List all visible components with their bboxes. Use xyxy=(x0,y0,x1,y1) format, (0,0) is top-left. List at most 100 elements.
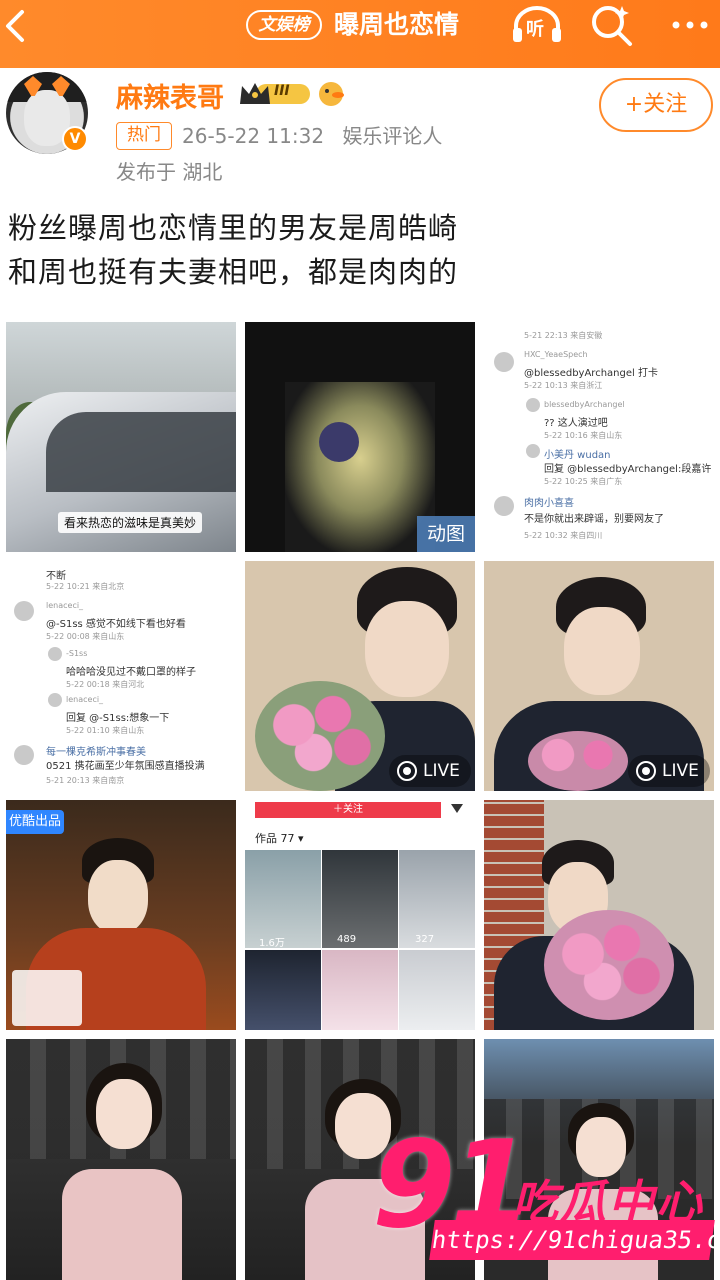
comment-user: 每一棵克希斯冲事春美 xyxy=(46,747,146,758)
listen-button[interactable]: 听 xyxy=(510,4,564,46)
comment-text: ?? 这人演过吧 xyxy=(544,418,608,429)
live-label: LIVE xyxy=(662,761,699,781)
car-window xyxy=(46,412,236,492)
comment-time: 5-22 00:18 来自河北 xyxy=(66,680,145,689)
comment-avatar xyxy=(48,647,62,661)
youku-tag: 优酷出品 xyxy=(6,810,64,834)
follow-button[interactable]: +关注 xyxy=(599,78,713,132)
comment-user: 小美丹 wudan xyxy=(544,450,611,461)
level-text: III xyxy=(274,83,290,99)
comment-text: 回复 @-S1ss:想象一下 xyxy=(66,713,170,724)
post-body: 粉丝曝周也恋情里的男友是周皓崎 和周也挺有夫妻相吧，都是肉肉的 xyxy=(8,206,708,294)
grid-image-8[interactable]: ＋关注 作品 77 ▾ 1.6万 489 327 xyxy=(245,800,475,1030)
profile-follow-bar: ＋关注 xyxy=(255,802,441,818)
search-button[interactable] xyxy=(588,2,638,48)
comment-user: blessedbyArchangel xyxy=(544,400,625,409)
page-title: 曝周也恋情 xyxy=(334,10,460,39)
post-line-1: 粉丝曝周也恋情里的男友是周皓崎 xyxy=(8,211,459,245)
grid-image-5[interactable]: LIVE xyxy=(245,561,475,791)
duck-icon xyxy=(319,82,344,106)
comment-text: 回复 @blessedbyArchangel:段嘉许 xyxy=(544,464,712,475)
blurred-figure xyxy=(285,382,435,552)
comment-avatar xyxy=(48,693,62,707)
person-face xyxy=(96,1079,152,1149)
thumb-4 xyxy=(245,950,321,1030)
flower-bouquet xyxy=(255,681,385,791)
post-time: 26-5-22 11:32 xyxy=(182,124,325,148)
top-bar: 文娱榜 曝周也恋情 听 xyxy=(0,0,720,68)
grid-image-2[interactable]: 动图 xyxy=(245,322,475,552)
comment-time: 5-22 10:21 来自北京 xyxy=(46,582,125,591)
comment-time: 5-22 01:10 来自山东 xyxy=(66,726,145,735)
comment-text: 不断 xyxy=(46,571,66,582)
comment-text: @-S1ss 感觉不如线下看也好看 xyxy=(46,619,186,630)
live-tag: LIVE xyxy=(389,755,471,787)
comment-time: 5-22 10:32 来自四川 xyxy=(524,531,603,540)
comment-time: 5-22 00:08 来自山东 xyxy=(46,632,125,641)
more-icon xyxy=(672,21,708,29)
grid-image-7[interactable]: 优酷出品 xyxy=(6,800,236,1030)
search-icon xyxy=(592,6,632,46)
author-name[interactable]: 麻辣表哥 xyxy=(116,76,224,115)
ranking-badge[interactable]: 文娱榜 xyxy=(246,10,322,40)
chevron-left-icon xyxy=(6,10,24,42)
person-face xyxy=(564,607,640,695)
comment-avatar xyxy=(14,745,34,765)
person-face xyxy=(88,860,148,934)
watermark-url: https://91chigua35.com xyxy=(429,1220,720,1260)
comment-time: 5-22 10:16 来自山东 xyxy=(544,431,623,440)
comment-avatar xyxy=(494,496,514,516)
comment-avatar xyxy=(526,444,540,458)
figure-head xyxy=(319,422,359,462)
gif-tag: 动图 xyxy=(417,516,475,552)
comment-time: 5-21 20:13 来自南京 xyxy=(46,776,125,785)
works-count: 作品 77 ▾ xyxy=(255,832,304,845)
comment-text: @blessedbyArchangel 打卡 xyxy=(524,368,658,379)
flower-bouquet xyxy=(544,910,674,1020)
comment-text: 哈哈哈没见过不戴口罩的样子 xyxy=(66,667,196,678)
comment-user: lenaceci_ xyxy=(66,695,104,704)
live-icon xyxy=(397,761,417,781)
post-line-2: 和周也挺有夫妻相吧，都是肉肉的 xyxy=(8,255,459,289)
thumb-2 xyxy=(322,850,398,948)
comment-text: 0521 携花画至少年氛围感直播投满 xyxy=(46,761,205,772)
comment-user: 肉肉小喜喜 xyxy=(524,498,574,509)
grid-image-10[interactable] xyxy=(6,1039,236,1280)
comment-user: lenaceci_ xyxy=(46,601,84,610)
thumb-3 xyxy=(399,850,475,948)
grid-image-1[interactable]: 看来热恋的滋味是真美妙 xyxy=(6,322,236,552)
dress-shape xyxy=(62,1169,182,1280)
verified-badge: V xyxy=(62,126,88,152)
image-caption: 看来热恋的滋味是真美妙 xyxy=(58,512,203,533)
grid-image-9[interactable] xyxy=(484,800,714,1030)
live-icon xyxy=(636,761,656,781)
comment-user: HXC_YeaeSpech xyxy=(524,350,588,359)
author-role: 娱乐评论人 xyxy=(342,124,443,148)
post-location: 发布于 湖北 xyxy=(116,160,223,184)
comment-avatar xyxy=(526,398,540,412)
grid-image-4[interactable]: 不断 5-22 10:21 来自北京 lenaceci_ @-S1ss 感觉不如… xyxy=(6,561,236,791)
comment-text: 不是你就出来辟谣，别要网友了 xyxy=(524,514,664,525)
comment-time: 5-22 10:13 来自浙江 xyxy=(524,381,603,390)
listen-label: 听 xyxy=(526,19,544,40)
poster-title xyxy=(12,970,82,1026)
comment-meta: 5-21 22:13 来自安徽 xyxy=(524,331,603,340)
view-count-1: 1.6万 xyxy=(259,938,285,949)
grid-image-6[interactable]: LIVE xyxy=(484,561,714,791)
flower-bouquet xyxy=(528,731,628,791)
live-label: LIVE xyxy=(423,761,460,781)
more-button[interactable] xyxy=(666,10,714,40)
grid-image-3[interactable]: 5-21 22:13 来自安徽 HXC_YeaeSpech @blessedby… xyxy=(484,322,714,552)
back-button[interactable] xyxy=(0,0,40,50)
thumb-6 xyxy=(399,950,475,1030)
person-face xyxy=(365,601,449,697)
comment-avatar xyxy=(494,352,514,372)
live-tag: LIVE xyxy=(628,755,710,787)
thumb-5 xyxy=(322,950,398,1030)
view-count-3: 327 xyxy=(415,934,435,945)
post-meta: 26-5-22 11:32 娱乐评论人 xyxy=(182,120,442,149)
view-count-2: 489 xyxy=(337,934,357,945)
comment-time: 5-22 10:25 来自广东 xyxy=(544,477,623,486)
hot-tag: 热门 xyxy=(116,122,172,150)
comment-avatar xyxy=(14,601,34,621)
